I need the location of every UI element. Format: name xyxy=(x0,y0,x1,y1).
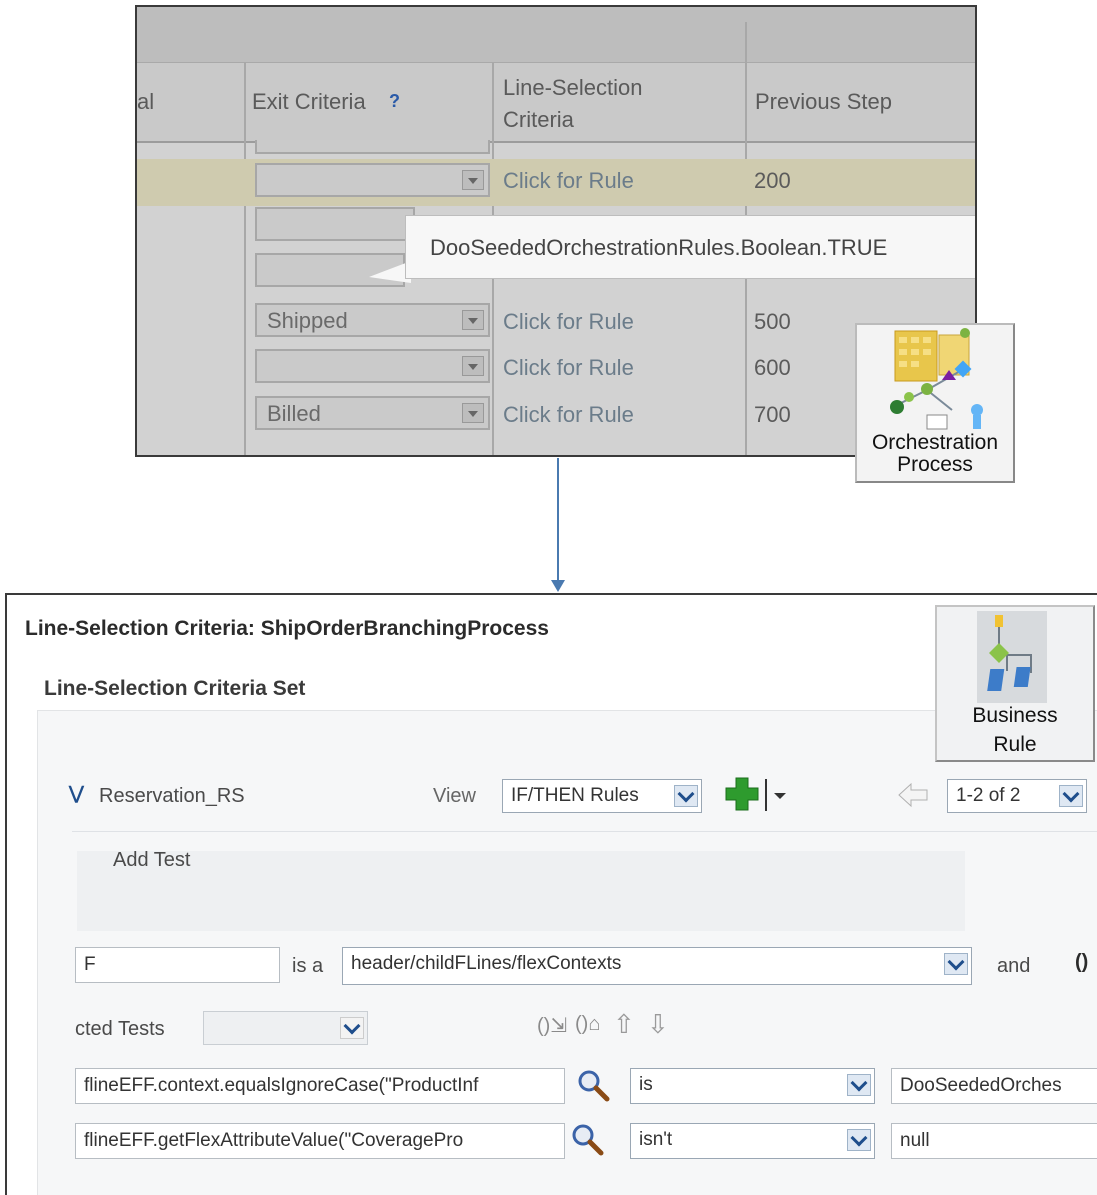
add-rule-icon[interactable] xyxy=(724,776,760,812)
group-tests-icon[interactable]: ()⇲ xyxy=(537,1013,567,1038)
previous-step-value: 700 xyxy=(754,402,791,427)
line-selection-criteria-editor: Line-Selection Criteria: ShipOrderBranch… xyxy=(5,593,1097,1195)
search-icon[interactable] xyxy=(575,1067,611,1103)
chevron-down-icon xyxy=(847,1074,871,1096)
move-down-icon[interactable]: ⇩ xyxy=(647,1009,669,1040)
test-left-operand-input[interactable]: flineEFF.context.equalsIgnoreCase("Produ… xyxy=(75,1068,565,1104)
icon-label-line1: Orchestration xyxy=(871,431,999,454)
test-operator-select[interactable]: is xyxy=(630,1068,875,1104)
click-for-rule-link[interactable]: Click for Rule xyxy=(503,309,634,335)
chevron-down-icon xyxy=(462,356,484,376)
page-title: Line-Selection Criteria: ShipOrderBranch… xyxy=(25,617,549,640)
header-line-selection-criteria: Line-Selection Criteria xyxy=(503,75,643,132)
chevron-down-icon xyxy=(847,1129,871,1151)
add-menu-chevron-icon[interactable] xyxy=(774,793,786,799)
exit-criteria-combo[interactable]: Billed xyxy=(255,396,490,430)
orchestration-process-icon: Orchestration Process xyxy=(855,323,1015,483)
click-for-rule-link[interactable]: Click for Rule xyxy=(503,355,634,381)
column-divider xyxy=(244,62,246,455)
header-previous-step: Previous Step xyxy=(755,89,892,114)
business-rule-icon: Business Rule xyxy=(935,605,1095,762)
view-label: View xyxy=(433,785,476,807)
orchestration-steps-table: al Exit Criteria ? Line-Selection Criter… xyxy=(135,5,977,457)
section-title: Line-Selection Criteria Set xyxy=(44,677,306,700)
chevron-down-icon xyxy=(674,785,698,807)
table-top-band xyxy=(137,7,975,62)
icon-label-line2: Rule xyxy=(993,733,1037,756)
previous-step-value: 500 xyxy=(754,309,791,334)
icon-label-line2: Process xyxy=(897,453,973,476)
selected-tests-select[interactable] xyxy=(203,1011,368,1045)
exit-criteria-combo-partial xyxy=(255,140,490,154)
test-right-operand-input[interactable]: null xyxy=(891,1123,1097,1159)
test-operator-select[interactable]: isn't xyxy=(630,1123,875,1159)
previous-step-value: 600 xyxy=(754,355,791,380)
move-up-icon[interactable]: ⇧ xyxy=(613,1009,635,1040)
connector-line xyxy=(557,458,559,588)
toolbar-separator xyxy=(72,831,1097,832)
exit-criteria-combo[interactable] xyxy=(255,163,490,197)
add-test-label[interactable]: Add Test xyxy=(113,849,190,872)
alias-input[interactable]: F xyxy=(75,947,280,983)
arrow-down-icon xyxy=(551,580,565,592)
collapse-icon[interactable]: ⋁ xyxy=(69,783,84,804)
header-partial-column: al xyxy=(137,89,155,114)
chevron-down-icon xyxy=(1059,785,1083,807)
click-for-rule-link[interactable]: Click for Rule xyxy=(503,402,634,428)
exit-criteria-combo[interactable]: Shipped xyxy=(255,303,490,337)
help-icon[interactable]: ? xyxy=(389,91,400,112)
orchestration-diagram-icon xyxy=(890,328,983,430)
chevron-down-icon xyxy=(462,310,484,330)
and-label: and xyxy=(997,955,1031,977)
chevron-down-icon xyxy=(340,1017,364,1039)
exit-criteria-combo[interactable] xyxy=(255,207,415,241)
toolbar-divider xyxy=(765,779,767,811)
previous-page-icon[interactable] xyxy=(897,781,929,809)
view-select[interactable]: IF/THEN Rules xyxy=(502,779,702,813)
test-right-operand-input[interactable]: DooSeededOrches xyxy=(891,1068,1097,1104)
chevron-down-icon xyxy=(462,403,484,423)
business-rule-diagram-icon xyxy=(977,611,1047,703)
exit-criteria-combo[interactable] xyxy=(255,349,490,383)
rule-set-name[interactable]: Reservation_RS xyxy=(99,785,245,808)
tooltip-text: DooSeededOrchestrationRules.Boolean.TRUE xyxy=(430,235,888,260)
rule-tooltip: DooSeededOrchestrationRules.Boolean.TRUE xyxy=(405,215,975,279)
parentheses-icon[interactable]: () xyxy=(1075,951,1088,974)
chevron-down-icon xyxy=(944,953,968,975)
icon-label-line1: Business xyxy=(972,704,1058,727)
is-a-label: is a xyxy=(292,955,324,977)
ungroup-tests-icon[interactable]: ()⌂ xyxy=(575,1013,600,1036)
test-left-operand-input[interactable]: flineEFF.getFlexAttributeValue("Coverage… xyxy=(75,1123,565,1159)
selected-tests-label: cted Tests xyxy=(75,1018,165,1040)
pager-select[interactable]: 1-2 of 2 xyxy=(947,779,1087,813)
rule-header-area xyxy=(77,851,965,931)
chevron-down-icon xyxy=(462,170,484,190)
header-exit-criteria: Exit Criteria xyxy=(252,89,366,114)
fact-type-select[interactable]: header/childFLines/flexContexts xyxy=(342,947,972,985)
search-icon[interactable] xyxy=(569,1121,605,1157)
previous-step-value: 200 xyxy=(754,168,791,193)
click-for-rule-link[interactable]: Click for Rule xyxy=(503,168,634,194)
